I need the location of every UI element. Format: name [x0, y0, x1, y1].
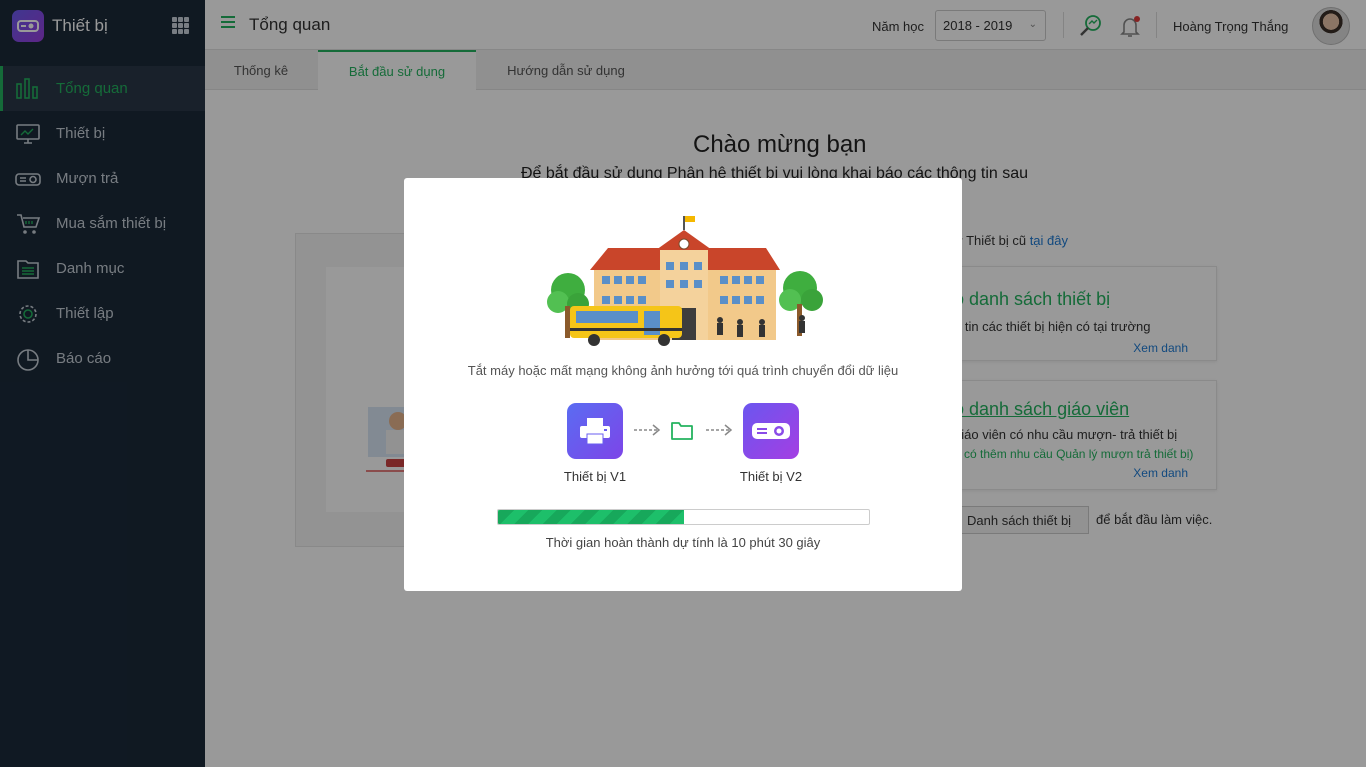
source-app-label: Thiết bị V1 [563, 469, 627, 484]
data-migration-modal: Tắt máy hoặc mất mạng không ảnh hưởng tớ… [404, 178, 962, 591]
arrow-right-icon [706, 424, 733, 436]
school-illustration [547, 216, 823, 346]
target-app-label: Thiết bị V2 [739, 469, 803, 484]
folder-icon [671, 422, 693, 440]
printer-icon [567, 403, 623, 459]
progress-fill [498, 510, 684, 524]
arrow-right-icon [634, 424, 661, 436]
migration-progress-bar [497, 509, 870, 525]
migration-message: Tắt máy hoặc mất mạng không ảnh hưởng tớ… [467, 363, 899, 378]
eta-text: Thời gian hoàn thành dự tính là 10 phút … [545, 535, 821, 550]
projector-icon [743, 403, 799, 459]
